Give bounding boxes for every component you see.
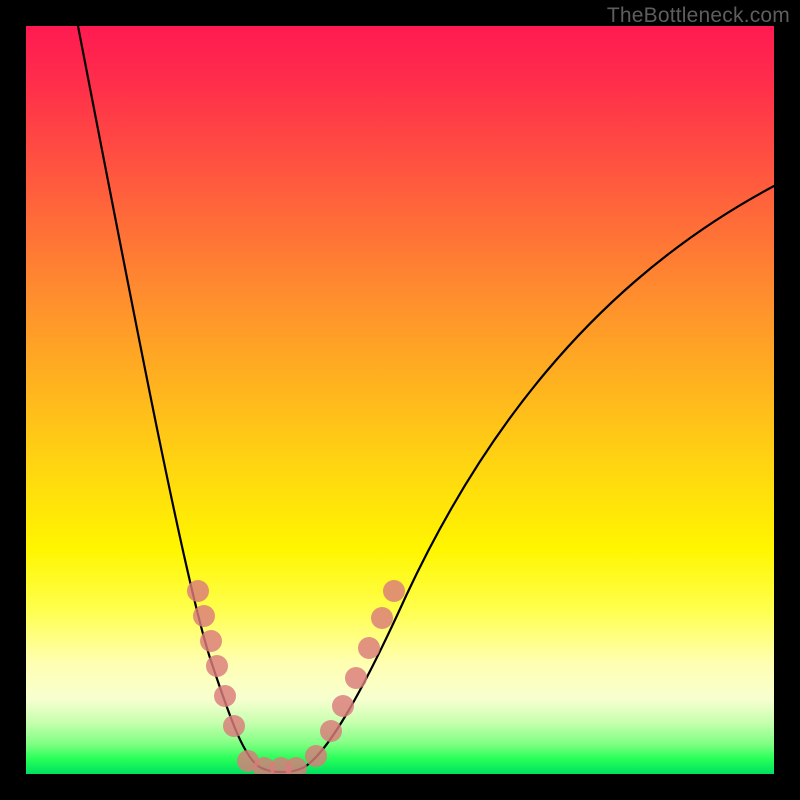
curve-marker: [187, 580, 209, 602]
curve-marker: [305, 745, 327, 767]
watermark-text: TheBottleneck.com: [607, 4, 790, 28]
curve-marker: [206, 655, 228, 677]
curve-layer: [26, 26, 774, 774]
chart-frame: TheBottleneck.com: [0, 0, 800, 800]
curve-marker: [214, 685, 236, 707]
curve-marker: [193, 605, 215, 627]
curve-marker: [320, 720, 342, 742]
curve-marker: [223, 715, 245, 737]
curve-marker: [371, 607, 393, 629]
curve-marker: [383, 580, 405, 602]
plot-area: [26, 26, 774, 774]
curve-marker: [285, 757, 307, 774]
curve-marker: [345, 667, 367, 689]
curve-marker: [358, 637, 380, 659]
curve-marker: [200, 630, 222, 652]
bottleneck-curve: [78, 26, 774, 772]
marker-group: [187, 580, 405, 774]
curve-marker: [332, 695, 354, 717]
